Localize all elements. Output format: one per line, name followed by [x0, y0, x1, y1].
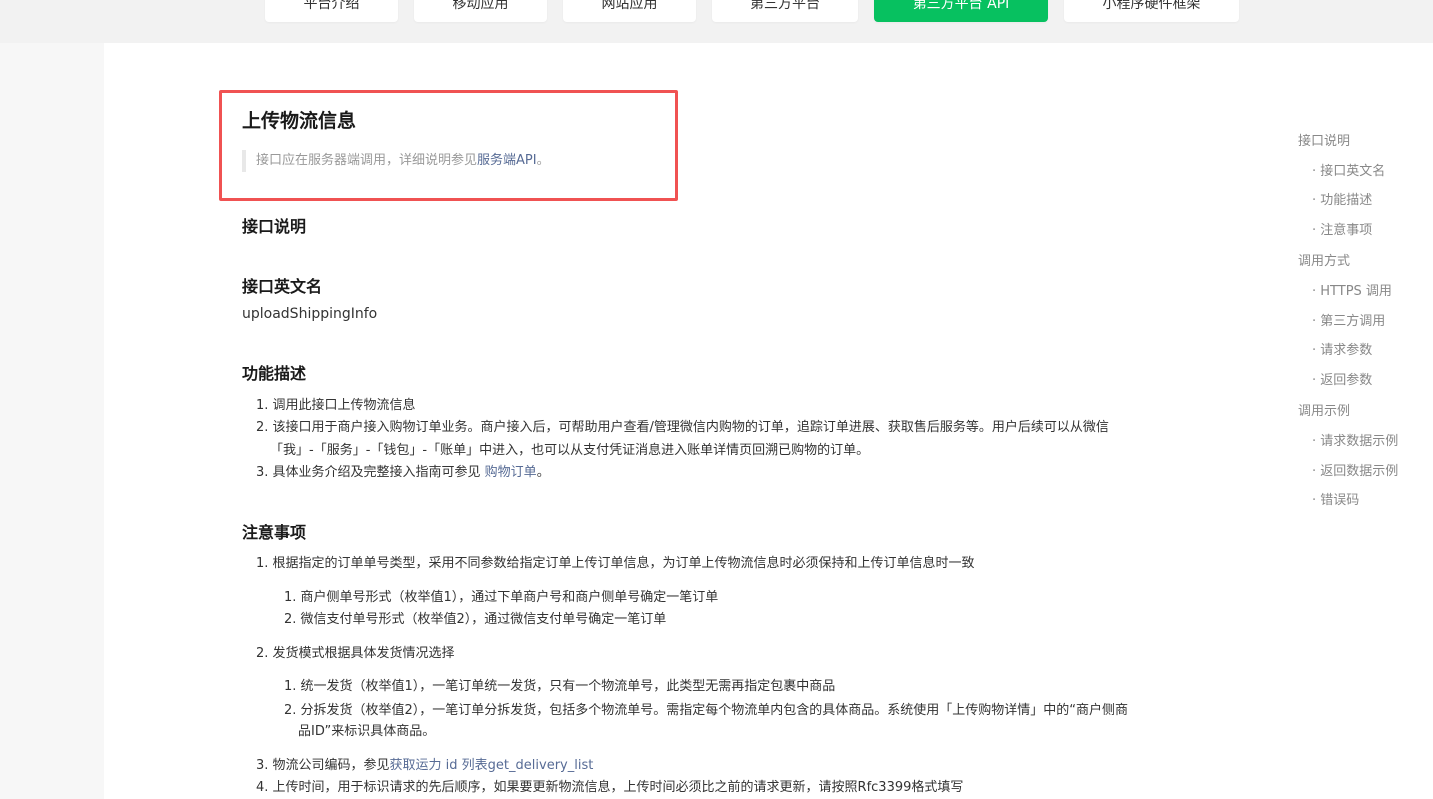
note-subitem: 2. 分拆发货（枚举值2），一笔订单分拆发货，包括多个物流单号。需指定每个物流单… — [284, 703, 1129, 718]
toc-function-description[interactable]: · 功能描述 — [1312, 189, 1372, 208]
section-heading-function: 功能描述 — [242, 364, 307, 383]
page-title: 上传物流信息 — [242, 110, 357, 132]
function-item: 2. 该接口用于商户接入购物订单业务。商户接入后，可帮助用户查看/管理微信内购物… — [256, 420, 1109, 435]
tab-mobile-app[interactable]: 移动应用 — [414, 0, 547, 22]
server-api-link[interactable]: 服务端API — [477, 153, 537, 168]
function-item-suffix: 。 — [536, 465, 550, 480]
tip-suffix: 。 — [536, 153, 550, 168]
note-subitem: 2. 微信支付单号形式（枚举值2），通过微信支付单号确定一笔订单 — [284, 612, 667, 627]
tab-platform-intro[interactable]: 平台介绍 — [265, 0, 398, 22]
toc-request-params[interactable]: · 请求参数 — [1312, 339, 1372, 358]
function-item-text: 3. 具体业务介绍及完整接入指南可参见 — [256, 465, 485, 480]
server-api-tip: 接口应在服务器端调用，详细说明参见服务端API。 — [242, 150, 550, 172]
tip-text: 接口应在服务器端调用，详细说明参见 — [256, 153, 478, 168]
toc-english-name[interactable]: · 接口英文名 — [1312, 160, 1385, 179]
function-item-continued: 「我」-「服务」-「钱包」-「账单」中进入，也可以从支付凭证消息进入账单详情页回… — [270, 443, 870, 458]
note-item: 4. 上传时间，用于标识请求的先后顺序，如果要更新物流信息，上传时间必须比之前的… — [256, 780, 964, 795]
tab-third-party-platform[interactable]: 第三方平台 — [712, 0, 858, 22]
toc-call-example[interactable]: 调用示例 — [1298, 400, 1350, 419]
section-heading-english-name: 接口英文名 — [242, 277, 323, 296]
note-item: 2. 发货模式根据具体发货情况选择 — [256, 646, 455, 661]
section-heading-interface: 接口说明 — [242, 217, 307, 236]
note-item: 3. 物流公司编码，参见获取运力 id 列表get_delivery_list — [256, 756, 593, 776]
api-english-name: uploadShippingInfo — [242, 306, 378, 322]
top-nav-bar: 平台介绍 移动应用 网站应用 第三方平台 第三方平台 API 小程序硬件框架 — [0, 0, 1433, 43]
note-item: 1. 根据指定的订单单号类型，采用不同参数给指定订单上传订单信息，为订单上传物流… — [256, 556, 975, 571]
delivery-list-link[interactable]: 获取运力 id 列表get_delivery_list — [390, 758, 594, 773]
toc-notes[interactable]: · 注意事项 — [1312, 219, 1372, 238]
note-item-text: 3. 物流公司编码，参见 — [256, 758, 390, 773]
note-subitem: 1. 商户侧单号形式（枚举值1），通过下单商户号和商户侧单号确定一笔订单 — [284, 590, 719, 605]
toc-response-params[interactable]: · 返回参数 — [1312, 369, 1372, 388]
toc-response-example[interactable]: · 返回数据示例 — [1312, 460, 1398, 479]
toc-interface-description[interactable]: 接口说明 — [1298, 130, 1350, 149]
note-subitem: 1. 统一发货（枚举值1），一笔订单统一发货，只有一个物流单号，此类型无需再指定… — [284, 679, 836, 694]
tab-website-app[interactable]: 网站应用 — [563, 0, 696, 22]
section-heading-notes: 注意事项 — [242, 523, 307, 542]
tab-third-party-api[interactable]: 第三方平台 API — [874, 0, 1048, 22]
shopping-order-link[interactable]: 购物订单 — [485, 465, 537, 480]
toc-call-method[interactable]: 调用方式 — [1298, 250, 1350, 269]
toc-error-codes[interactable]: · 错误码 — [1312, 489, 1359, 508]
toc-request-example[interactable]: · 请求数据示例 — [1312, 430, 1398, 449]
tab-miniprogram-hardware[interactable]: 小程序硬件框架 — [1064, 0, 1239, 22]
function-item: 3. 具体业务介绍及完整接入指南可参见 购物订单。 — [256, 463, 550, 483]
toc-third-party-call[interactable]: · 第三方调用 — [1312, 310, 1385, 329]
note-subitem-continued: 品ID”来标识具体商品。 — [298, 724, 436, 739]
function-item: 1. 调用此接口上传物流信息 — [256, 398, 416, 413]
toc-https-call[interactable]: · HTTPS 调用 — [1312, 280, 1392, 299]
